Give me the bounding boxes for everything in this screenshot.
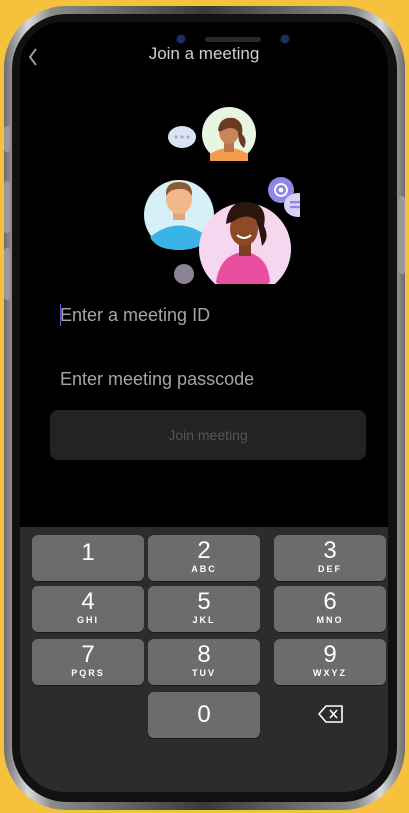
power-button <box>399 196 405 274</box>
key-1[interactable]: 1 <box>32 535 144 581</box>
page-title: Join a meeting <box>148 44 260 63</box>
key-8[interactable]: 8 TUV <box>148 639 260 685</box>
meeting-passcode-input[interactable] <box>60 364 360 394</box>
screen: Join a meeting Enter a meeting ID Enter … <box>20 22 388 792</box>
key-0[interactable]: 0 <box>148 692 260 738</box>
backspace-icon <box>318 705 343 723</box>
key-9[interactable]: 9 WXYZ <box>274 639 386 685</box>
avatar-woman-top <box>202 107 256 161</box>
camera-icon <box>177 35 185 43</box>
delete-button[interactable] <box>274 692 386 738</box>
meeting-illustration <box>144 107 300 284</box>
key-5[interactable]: 5 JKL <box>148 586 260 632</box>
numeric-keypad: 1 2 ABC 3 DEF 4 GHI 5 JKL 6 MNO 7 PQRS 8 <box>20 527 388 792</box>
volume-down-button <box>4 248 10 300</box>
speaker-grille <box>205 36 261 42</box>
chat-bubble-icon <box>168 126 196 148</box>
key-4[interactable]: 4 GHI <box>32 586 144 632</box>
volume-up-button <box>4 181 10 233</box>
status-dot <box>174 264 194 284</box>
text-cursor <box>60 304 61 326</box>
key-7[interactable]: 7 PQRS <box>32 639 144 685</box>
key-3[interactable]: 3 DEF <box>274 535 386 581</box>
meeting-id-input[interactable] <box>60 300 360 330</box>
sensor-icon <box>281 35 289 43</box>
join-meeting-button[interactable]: Join meeting <box>50 410 366 460</box>
key-2[interactable]: 2 ABC <box>148 535 260 581</box>
key-6[interactable]: 6 MNO <box>274 586 386 632</box>
mute-switch <box>4 126 10 152</box>
